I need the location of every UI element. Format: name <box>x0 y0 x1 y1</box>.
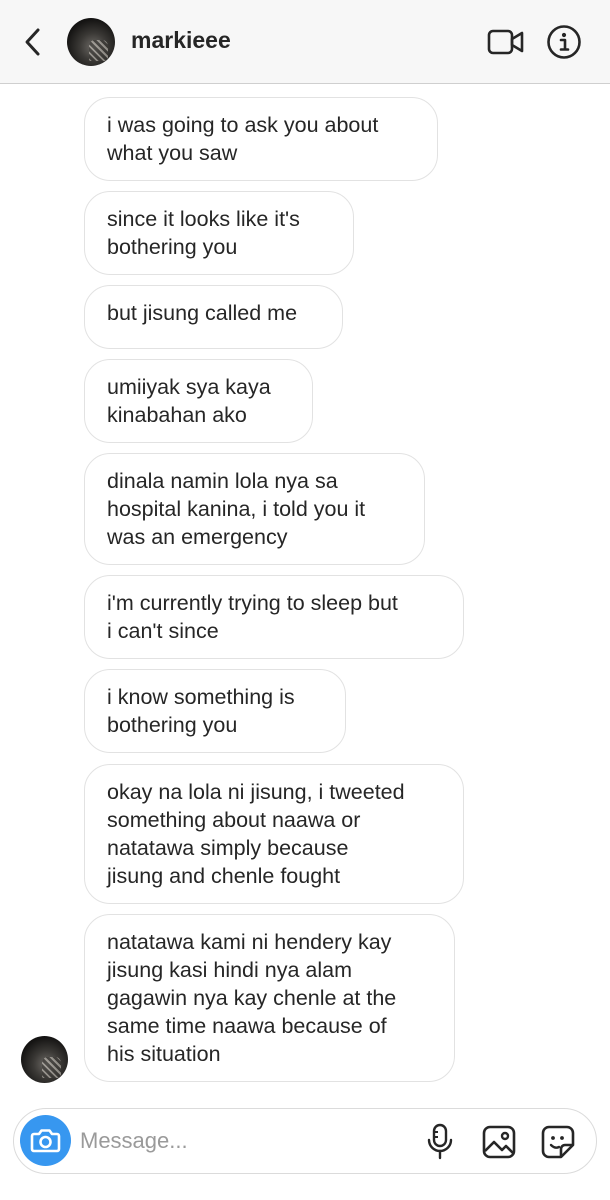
message-input[interactable] <box>80 1122 400 1160</box>
message-bubble[interactable]: since it looks like it's bothering you <box>84 191 354 275</box>
message-bubble[interactable]: i was going to ask you about what you sa… <box>84 97 438 181</box>
message-bubble[interactable]: umiiyak sya kaya kinabahan ako <box>84 359 313 443</box>
gallery-icon <box>482 1125 516 1159</box>
microphone-button[interactable] <box>425 1123 455 1161</box>
back-button[interactable] <box>18 24 48 60</box>
chat-header: markieee <box>0 0 610 84</box>
microphone-icon <box>427 1123 453 1160</box>
message-bubble[interactable]: natatawa kami ni hendery kay jisung kasi… <box>84 914 455 1082</box>
video-call-button[interactable] <box>487 27 525 57</box>
info-icon <box>547 25 581 59</box>
message-composer <box>13 1108 597 1174</box>
sticker-icon <box>541 1125 575 1159</box>
header-username[interactable]: markieee <box>131 27 231 54</box>
camera-icon <box>30 1129 61 1153</box>
info-button[interactable] <box>546 24 582 60</box>
video-camera-icon <box>487 29 524 55</box>
message-bubble[interactable]: i know something is bothering you <box>84 669 346 753</box>
gallery-button[interactable] <box>481 1124 517 1160</box>
header-avatar[interactable] <box>67 18 115 66</box>
chevron-left-icon <box>25 28 40 56</box>
message-bubble[interactable]: i'm currently trying to sleep but i can'… <box>84 575 464 659</box>
message-bubble[interactable]: okay na lola ni jisung, i tweeted someth… <box>84 764 464 904</box>
sender-avatar[interactable] <box>21 1036 68 1083</box>
camera-button[interactable] <box>20 1115 71 1166</box>
message-bubble[interactable]: dinala namin lola nya sa hospital kanina… <box>84 453 425 565</box>
message-bubble[interactable]: but jisung called me <box>84 285 343 349</box>
sticker-button[interactable] <box>540 1124 576 1160</box>
